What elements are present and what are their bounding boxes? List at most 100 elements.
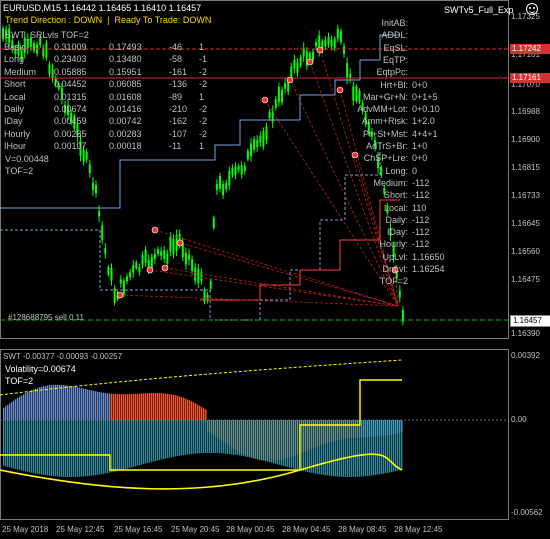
histogram-bar-low bbox=[287, 420, 289, 468]
histogram-bar bbox=[179, 396, 181, 420]
indicator-cell-v1: 0.05885 bbox=[54, 66, 87, 77]
histogram-bar-low bbox=[359, 420, 361, 477]
histogram-bar-low bbox=[371, 420, 373, 476]
histogram-bar-low bbox=[85, 420, 87, 477]
histogram-bar-low bbox=[51, 420, 53, 476]
histogram-bar-low bbox=[105, 420, 107, 474]
indicator-row: Local 0.01315 0.01608 -89 1 bbox=[4, 92, 219, 103]
histogram-bar-low bbox=[5, 420, 7, 467]
candle-body bbox=[219, 176, 221, 189]
candle-body bbox=[243, 165, 246, 171]
histogram-bar-low bbox=[37, 420, 39, 474]
histogram-bar-low bbox=[273, 420, 275, 464]
candle-body bbox=[119, 279, 122, 284]
histogram-bar bbox=[7, 404, 9, 420]
status-value: 110 bbox=[412, 202, 427, 213]
histogram-bar bbox=[13, 400, 15, 420]
candle-body bbox=[296, 62, 299, 73]
histogram-bar-low bbox=[213, 420, 215, 454]
histogram-bar-low bbox=[341, 420, 343, 477]
histogram-bar-low bbox=[285, 420, 287, 467]
candle-body bbox=[268, 111, 271, 119]
candle-body bbox=[172, 239, 175, 254]
histogram-bar bbox=[121, 394, 123, 420]
histogram-bar bbox=[43, 386, 45, 420]
candle-body bbox=[169, 236, 172, 252]
candle-body bbox=[138, 267, 141, 273]
indicator-cell-v2: 0.00742 bbox=[109, 116, 142, 127]
histogram-bar-low bbox=[155, 420, 157, 461]
histogram-bar-low bbox=[335, 420, 337, 477]
histogram-bar-low bbox=[41, 420, 43, 475]
candle-body bbox=[253, 139, 256, 150]
histogram-bar bbox=[203, 408, 205, 420]
histogram-bar-low bbox=[185, 420, 187, 455]
histogram-bar-low bbox=[145, 420, 147, 464]
expert-name[interactable]: SWTv5_Full_Exp bbox=[444, 4, 514, 16]
histogram-bar bbox=[157, 393, 159, 420]
histogram-bar-low bbox=[399, 420, 401, 471]
indicator-cell-v2: 0.15951 bbox=[109, 66, 142, 77]
histogram-bar-low bbox=[13, 420, 15, 469]
status-value: 1+0 bbox=[412, 141, 428, 151]
histogram-bar bbox=[69, 385, 71, 420]
histogram-bar bbox=[141, 393, 143, 420]
signal-dot bbox=[306, 58, 314, 66]
price-axis-label: 1.17325 bbox=[511, 12, 540, 21]
status-value: -112 bbox=[412, 227, 430, 238]
candle-body bbox=[234, 166, 237, 176]
histogram-bar-low bbox=[133, 420, 135, 467]
histogram-bar bbox=[181, 397, 183, 420]
histogram-bar bbox=[139, 393, 141, 420]
histogram-bar-low bbox=[395, 420, 397, 472]
histogram-bar-low bbox=[39, 420, 41, 475]
histogram-bar bbox=[199, 405, 201, 420]
histogram-bar-low bbox=[275, 420, 277, 464]
indicator-cell-v4: 1 bbox=[199, 91, 205, 102]
price-axis-label: 1.16645 bbox=[511, 219, 540, 228]
histogram-bar-low bbox=[355, 420, 357, 477]
histogram-bar-low bbox=[349, 420, 351, 477]
histogram-bar bbox=[129, 394, 131, 420]
status-value: 0+0.10 bbox=[412, 104, 440, 115]
candle-body bbox=[259, 135, 262, 143]
indicator-cell-v4: -2 bbox=[199, 79, 208, 90]
histogram-bar-low bbox=[235, 420, 237, 455]
candle-body bbox=[150, 256, 153, 269]
candle-body bbox=[191, 259, 194, 271]
histogram-bar-low bbox=[99, 420, 101, 475]
histogram-bar-low bbox=[129, 420, 131, 468]
status-row: AdvMM+Lot: 0+0.10 bbox=[330, 104, 505, 115]
histogram-bar bbox=[185, 398, 187, 420]
histogram-bar-low bbox=[207, 420, 209, 454]
histogram-bar bbox=[113, 393, 115, 420]
status-label: EqTP: bbox=[382, 54, 408, 65]
histogram-bar bbox=[39, 387, 41, 420]
candle-body bbox=[104, 248, 107, 254]
subwindow-tof: TOF=2 bbox=[5, 376, 34, 386]
histogram-bar-low bbox=[329, 420, 331, 476]
indicator-cell-v3: -107 bbox=[169, 128, 188, 139]
histogram-bar-low bbox=[377, 420, 379, 475]
histogram-bar-low bbox=[61, 420, 63, 477]
time-axis-label: 25 May 2018 bbox=[2, 525, 49, 534]
histogram-bar-low bbox=[69, 420, 71, 477]
histogram-bar-low bbox=[251, 420, 253, 458]
histogram-bar-low bbox=[397, 420, 399, 471]
histogram-bar bbox=[187, 399, 189, 420]
histogram-bar bbox=[109, 393, 111, 420]
histogram-bar-low bbox=[15, 420, 17, 469]
indicator-row: Medium 0.05885 0.15951 -161 -2 bbox=[4, 67, 219, 78]
histogram-bar-low bbox=[101, 420, 103, 475]
price-axis-label: 1.16733 bbox=[511, 191, 540, 200]
symbol-label: EURUSD,M15 1.16442 1.16465 1.16410 1.164… bbox=[3, 3, 202, 13]
candle-body bbox=[101, 225, 104, 240]
histogram-bar bbox=[115, 393, 117, 420]
candle-body bbox=[312, 51, 314, 60]
indicator-row: Short 0.04452 0.06085 -136 -2 bbox=[4, 79, 219, 90]
candle-body bbox=[222, 184, 225, 196]
indicator-row: IDay 0.00459 0.00742 -162 -2 bbox=[4, 116, 219, 127]
histogram-bar-low bbox=[291, 420, 293, 469]
candle-body bbox=[153, 253, 156, 259]
histogram-bar-low bbox=[53, 420, 55, 477]
